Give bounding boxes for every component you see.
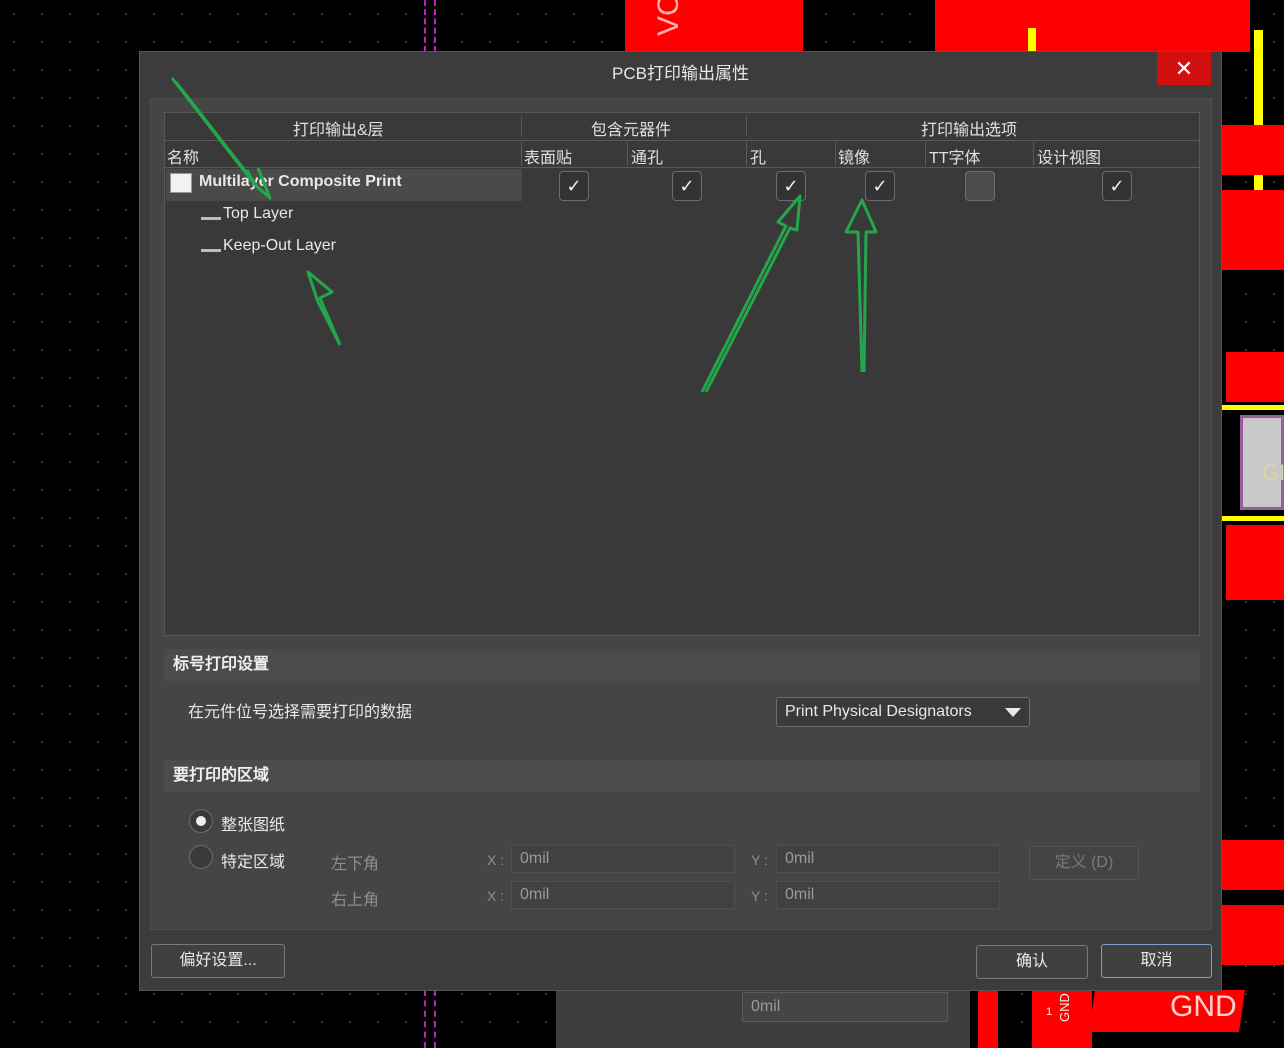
radio-whole-sheet[interactable] <box>189 809 213 833</box>
header-divider <box>165 167 1199 168</box>
pcb-pad-red <box>1222 905 1284 965</box>
pcb-label-one: 1 <box>1046 1006 1053 1018</box>
layer-table: 打印输出&层 包含元器件 打印输出选项 名称 表面贴 通孔 孔 镜像 TT字体 … <box>164 112 1200 636</box>
bl-y-label: Y : <box>751 852 768 868</box>
pcb-pad-red <box>1226 525 1284 600</box>
define-button[interactable]: 定义 (D) <box>1029 846 1139 880</box>
dialog-content-panel: 打印输出&层 包含元器件 打印输出选项 名称 表面贴 通孔 孔 镜像 TT字体 … <box>150 98 1212 930</box>
cancel-button[interactable]: 取消 <box>1101 944 1212 978</box>
close-button[interactable]: ✕ <box>1157 52 1211 85</box>
group-header-layers: 打印输出&层 <box>293 122 384 139</box>
col-separator <box>925 142 926 166</box>
checkbox-smt[interactable]: ✓ <box>559 171 589 201</box>
pcb-pad-red <box>935 0 1250 52</box>
header-separator <box>746 116 747 136</box>
pcb-pad-red <box>978 990 998 1048</box>
tr-y-input[interactable]: 0mil <box>776 881 1000 909</box>
pcb-pad-red <box>1226 352 1284 402</box>
header-divider <box>165 140 1199 141</box>
col-header-design-view[interactable]: 设计视图 <box>1037 144 1101 168</box>
col-separator <box>627 142 628 166</box>
radio-whole-sheet-label[interactable]: 整张图纸 <box>221 811 285 835</box>
radio-specific-area-label[interactable]: 特定区域 <box>221 848 285 872</box>
tr-x-input[interactable]: 0mil <box>511 881 735 909</box>
pcb-field: 0mil <box>742 992 948 1022</box>
chevron-down-icon <box>1005 708 1021 717</box>
bl-y-input[interactable]: 0mil <box>776 845 1000 873</box>
row-name-top-layer[interactable]: Top Layer <box>223 205 293 223</box>
row-name-keepout-layer[interactable]: Keep-Out Layer <box>223 237 336 255</box>
col-separator <box>746 142 747 166</box>
preferences-button[interactable]: 偏好设置... <box>151 944 285 978</box>
dropdown-value: Print Physical Designators <box>785 703 972 720</box>
area-section-header: 要打印的区域 <box>164 760 1200 792</box>
col-separator <box>1033 142 1034 166</box>
checkbox-design-view[interactable]: ✓ <box>1102 171 1132 201</box>
checkbox-tt-font[interactable] <box>965 171 995 201</box>
pcb-label-gi: GI <box>1262 460 1284 485</box>
print-properties-dialog: PCB打印输出属性 ✕ 打印输出&层 包含元器件 打印输出选项 名称 表面贴 通… <box>139 51 1222 991</box>
pcb-silk-line <box>1254 30 1263 210</box>
layer-line-icon <box>201 217 221 220</box>
col-header-name[interactable]: 名称 <box>167 144 199 168</box>
checkbox-holes[interactable]: ✓ <box>776 171 806 201</box>
col-header-tht[interactable]: 通孔 <box>631 144 663 168</box>
checkbox-tht[interactable]: ✓ <box>672 171 702 201</box>
pcb-pad-red <box>1222 190 1284 270</box>
group-header-options: 打印输出选项 <box>921 122 1018 139</box>
col-header-smt[interactable]: 表面贴 <box>524 144 572 168</box>
dialog-title: PCB打印输出属性 <box>612 64 749 83</box>
designator-label: 在元件位号选择需要打印的数据 <box>188 704 413 721</box>
pcb-track-magenta <box>424 990 436 1048</box>
top-right-label: 右上角 <box>331 892 380 909</box>
document-icon <box>170 173 192 193</box>
col-separator <box>521 142 522 166</box>
pcb-pad-red <box>1222 125 1284 175</box>
col-header-holes[interactable]: 孔 <box>750 144 766 168</box>
radio-specific-area[interactable] <box>189 845 213 869</box>
pcb-label-gnd-small: GND <box>1056 993 1072 1022</box>
pcb-label-gnd: GND <box>1170 990 1237 1023</box>
col-header-tt-font[interactable]: TT字体 <box>929 144 981 168</box>
group-header-components: 包含元器件 <box>591 122 672 139</box>
designator-dropdown[interactable]: Print Physical Designators <box>776 697 1030 727</box>
designator-section-header: 标号打印设置 <box>164 649 1200 681</box>
pcb-silk-line <box>1028 28 1036 52</box>
bl-x-label: X : <box>487 852 505 868</box>
tr-y-label: Y : <box>751 888 768 904</box>
pcb-pad-red <box>1222 840 1284 890</box>
bl-x-input[interactable]: 0mil <box>511 845 735 873</box>
header-separator <box>521 116 522 136</box>
tr-x-label: X : <box>487 888 505 904</box>
layer-line-icon <box>201 249 221 252</box>
pcb-silk-line <box>1222 405 1284 410</box>
col-header-mirror[interactable]: 镜像 <box>838 144 870 168</box>
bottom-left-label: 左下角 <box>331 856 380 873</box>
pcb-track-magenta <box>424 0 436 52</box>
checkbox-mirror[interactable]: ✓ <box>865 171 895 201</box>
col-separator <box>835 142 836 166</box>
pcb-silk-line <box>1222 516 1284 521</box>
row-name-multilayer[interactable]: Multilayer Composite Print <box>199 173 402 191</box>
ok-button[interactable]: 确认 <box>976 945 1088 979</box>
pcb-label-vcc: VC <box>652 0 685 36</box>
close-icon: ✕ <box>1174 56 1194 81</box>
